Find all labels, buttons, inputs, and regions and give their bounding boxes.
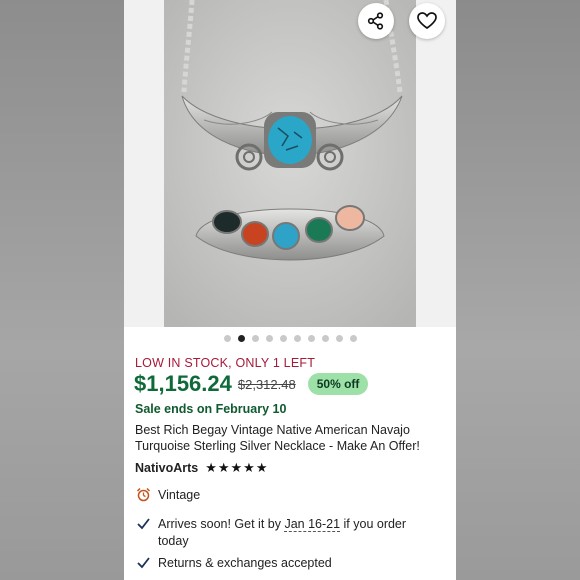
pagination-dot[interactable] — [251, 335, 259, 342]
pagination-dot[interactable] — [237, 335, 245, 342]
product-image[interactable] — [164, 0, 416, 327]
pagination-dot[interactable] — [307, 335, 315, 342]
seller-row: NativoArts ★★★★★ — [135, 460, 269, 476]
check-icon — [135, 516, 151, 531]
share-button[interactable] — [358, 3, 394, 39]
original-price: $2,312.48 — [237, 376, 296, 392]
pagination-dot[interactable] — [279, 335, 287, 342]
pagination-dot[interactable] — [321, 335, 329, 342]
vintage-row: Vintage — [135, 487, 200, 504]
photo-margin-left — [124, 0, 164, 327]
alarm-clock-icon — [135, 487, 151, 502]
sale-ends: Sale ends on February 10 — [135, 402, 287, 416]
background-blur-left — [0, 0, 124, 580]
returns-label: Returns & exchanges accepted — [158, 556, 332, 570]
arrival-text: Arrives soon! Get it by Jan 16-21 if you… — [158, 516, 438, 550]
favorite-button[interactable] — [409, 3, 445, 39]
current-price: $1,156.24 — [134, 371, 232, 396]
check-icon — [135, 555, 151, 570]
pagination-dot[interactable] — [335, 335, 343, 342]
necklace-photo — [164, 0, 416, 327]
pagination-dot[interactable] — [349, 335, 357, 342]
pagination-dot[interactable] — [223, 335, 231, 342]
vintage-label: Vintage — [158, 488, 201, 502]
stock-notice: LOW IN STOCK, ONLY 1 LEFT — [135, 356, 316, 370]
seller-name[interactable]: NativoArts — [135, 461, 198, 475]
share-icon — [367, 12, 384, 30]
pagination-dot[interactable] — [293, 335, 301, 342]
heart-icon — [417, 12, 437, 30]
returns-row: Returns & exchanges accepted — [135, 555, 332, 572]
rating-stars: ★★★★★ — [205, 460, 269, 475]
arrival-prefix: Arrives soon! Get it by — [158, 517, 285, 531]
listing-title: Best Rich Begay Vintage Native American … — [135, 423, 420, 453]
listing-screen: LOW IN STOCK, ONLY 1 LEFT $1,156.24 $2,3… — [124, 0, 456, 580]
arrival-row: Arrives soon! Get it by Jan 16-21 if you… — [135, 516, 438, 550]
arrival-dates[interactable]: Jan 16-21 — [284, 517, 341, 532]
pagination-dot[interactable] — [265, 335, 273, 342]
discount-badge: 50% off — [307, 373, 369, 395]
image-pagination — [124, 335, 456, 342]
price-row: $1,156.24 $2,312.48 50% off — [134, 371, 369, 397]
background-blur-right — [456, 0, 580, 580]
photo-margin-right — [416, 0, 456, 327]
